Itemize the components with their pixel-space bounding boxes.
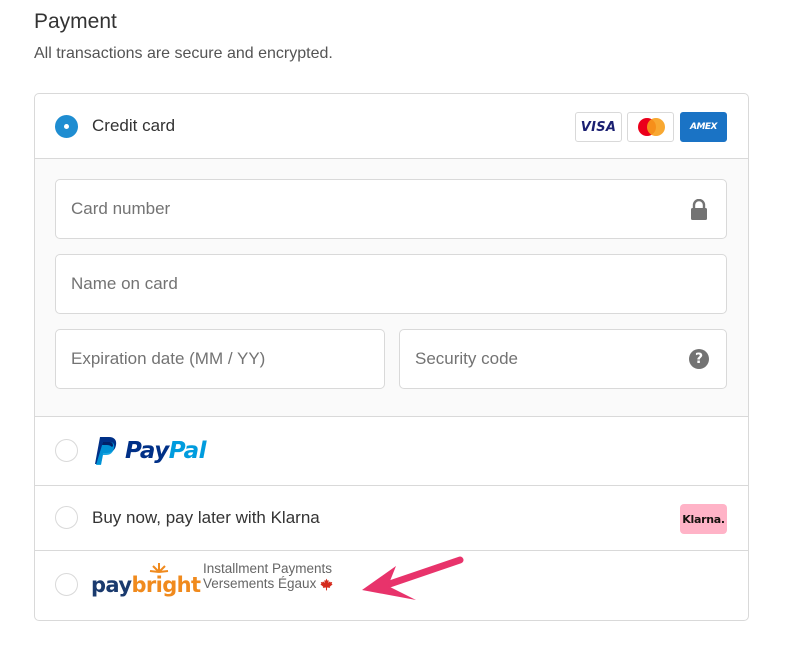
paybright-tagline: Installment Payments Versements Égaux — [203, 561, 333, 591]
paypal-mark-icon — [95, 437, 117, 465]
klarna-radio[interactable] — [55, 506, 78, 529]
paybright-tagline-line2: Versements Égaux — [203, 576, 317, 591]
visa-logo: VISA — [575, 112, 622, 142]
section-title: Payment — [34, 10, 117, 33]
mastercard-logo — [627, 112, 674, 142]
card-number-field[interactable] — [55, 179, 727, 239]
payment-option-paypal[interactable]: PayPal — [35, 417, 748, 486]
paypal-word-pal: Pal — [168, 438, 207, 464]
name-on-card-input[interactable] — [56, 255, 726, 313]
payment-methods-panel: Credit card VISA AMEX ? — [34, 93, 749, 621]
lock-icon — [691, 199, 707, 220]
payment-option-klarna[interactable]: Buy now, pay later with Klarna Klarna. — [35, 486, 748, 551]
paybright-sun-rays-icon — [149, 563, 169, 573]
credit-card-radio[interactable] — [55, 115, 78, 138]
question-circle-icon[interactable]: ? — [689, 349, 709, 369]
credit-card-label[interactable]: Credit card — [92, 116, 175, 136]
paybright-word-pay: pay — [91, 573, 132, 597]
klarna-logo: Klarna. — [680, 504, 727, 534]
paypal-logo: PayPal — [91, 436, 207, 466]
payment-option-paybright[interactable]: paybright Installment Payments Versement… — [35, 551, 748, 620]
paybright-word-bright: bright — [131, 573, 201, 597]
amex-logo-text: AMEX — [689, 122, 718, 132]
credit-card-fields: ? — [35, 159, 748, 417]
maple-leaf-icon — [320, 578, 333, 591]
security-code-input[interactable] — [400, 330, 726, 388]
paypal-radio[interactable] — [55, 439, 78, 462]
klarna-label[interactable]: Buy now, pay later with Klarna — [92, 508, 320, 528]
amex-logo: AMEX — [680, 112, 727, 142]
mastercard-circles-icon — [636, 118, 666, 136]
visa-logo-text: VISA — [580, 119, 617, 135]
payment-option-credit-card[interactable]: Credit card VISA AMEX — [35, 94, 748, 159]
name-on-card-field[interactable] — [55, 254, 727, 314]
paypal-wordmark: PayPal — [125, 438, 207, 464]
paybright-wordmark: paybright — [91, 573, 201, 597]
expiration-date-field[interactable] — [55, 329, 385, 389]
expiration-date-input[interactable] — [56, 330, 384, 388]
section-subtitle: All transactions are secure and encrypte… — [34, 45, 333, 62]
paybright-tagline-line1: Installment Payments — [203, 561, 333, 576]
paybright-radio[interactable] — [55, 573, 78, 596]
card-number-input[interactable] — [56, 180, 726, 238]
security-code-field[interactable]: ? — [399, 329, 727, 389]
paypal-word-pay: Pay — [125, 438, 169, 464]
